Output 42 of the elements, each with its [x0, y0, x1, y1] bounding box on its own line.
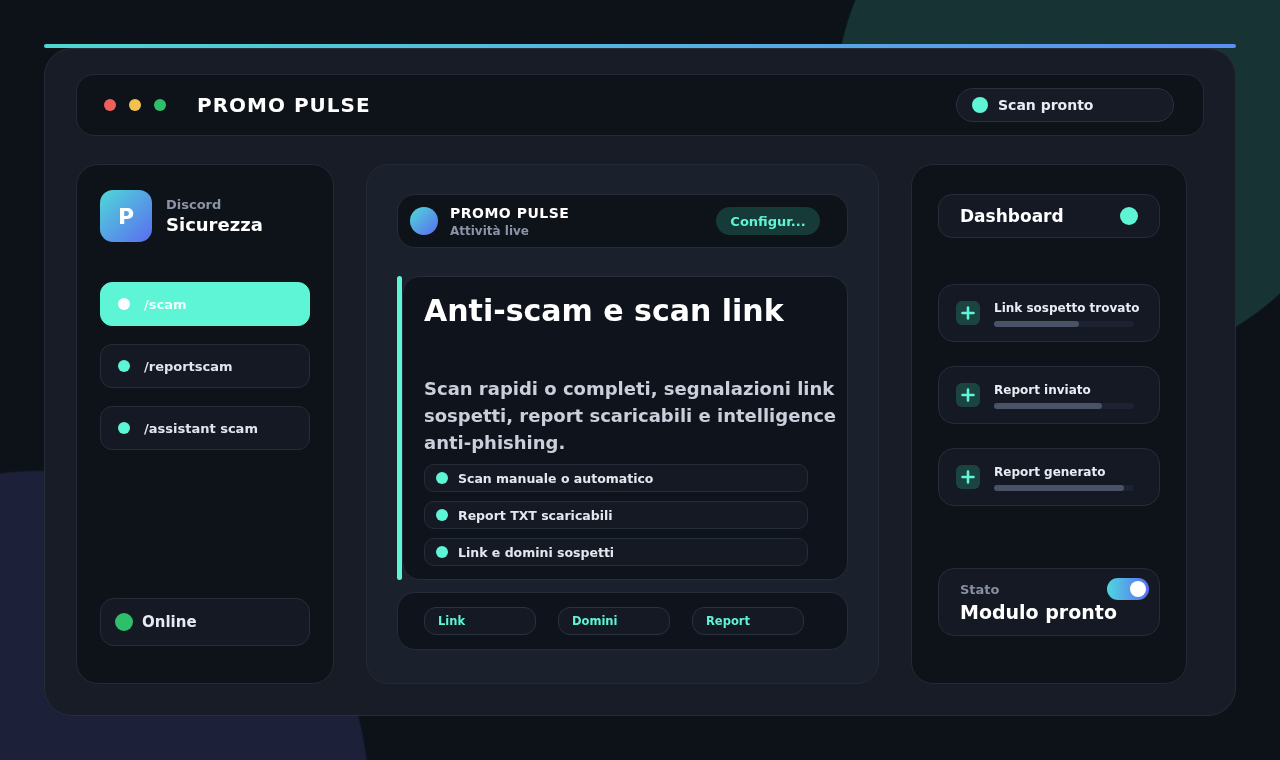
hero-title: Anti-scam e scan link [424, 293, 785, 329]
configure-button[interactable]: Configur... [716, 207, 820, 235]
filter-chip[interactable]: Link [424, 607, 536, 635]
header-subtitle: Attività live [450, 222, 530, 239]
bullet-dot-icon [118, 422, 130, 434]
status-dot-icon [1120, 207, 1138, 225]
window-dot-icon[interactable] [129, 99, 141, 111]
sidebar-item[interactable]: /reportscam [100, 344, 310, 388]
feature-text: Report TXT scaricabili [458, 507, 613, 523]
window-dot-icon[interactable] [154, 99, 166, 111]
dashboard-title: Dashboard [960, 206, 1064, 226]
bullet-dot-icon [436, 509, 448, 521]
status-title: Modulo pronto [960, 600, 1118, 624]
status-label: Scan pronto [998, 97, 1094, 113]
filter-chip[interactable]: Domini [558, 607, 670, 635]
event-label: Report generato [994, 464, 1107, 480]
bullet-dot-icon [436, 546, 448, 558]
app-title: PROMO PULSE [197, 93, 371, 117]
window-dot-icon[interactable] [104, 99, 116, 111]
toggle-switch[interactable] [1107, 578, 1149, 600]
event-label: Link sospetto trovato [994, 300, 1140, 316]
status-caption: Stato [960, 581, 1000, 597]
brand-title: Sicurezza [166, 213, 263, 236]
logo-tile: P [100, 190, 152, 242]
hero-description: Scan rapidi o completi, segnalazioni link sospetti, report scaricabili e intelligence anti-phishing. [424, 377, 838, 455]
bullet-dot-icon [118, 360, 130, 372]
filter-chip[interactable]: Report [692, 607, 804, 635]
plus-icon [956, 465, 980, 489]
status-dot-icon [115, 613, 133, 631]
feature-text: Scan manuale o automatico [458, 470, 654, 486]
brand-caption: Discord [166, 196, 223, 213]
header-title: PROMO PULSE [450, 203, 570, 223]
bullet-dot-icon [436, 472, 448, 484]
feature-text: Link e domini sospetti [458, 544, 615, 560]
event-label: Report inviato [994, 382, 1092, 398]
sidebar-item[interactable]: /assistant scam [100, 406, 310, 450]
plus-icon [956, 301, 980, 325]
status-label: Online [142, 613, 197, 631]
avatar [410, 207, 438, 235]
plus-icon [956, 383, 980, 407]
bullet-dot-icon [118, 298, 130, 310]
status-dot-icon [972, 97, 988, 113]
